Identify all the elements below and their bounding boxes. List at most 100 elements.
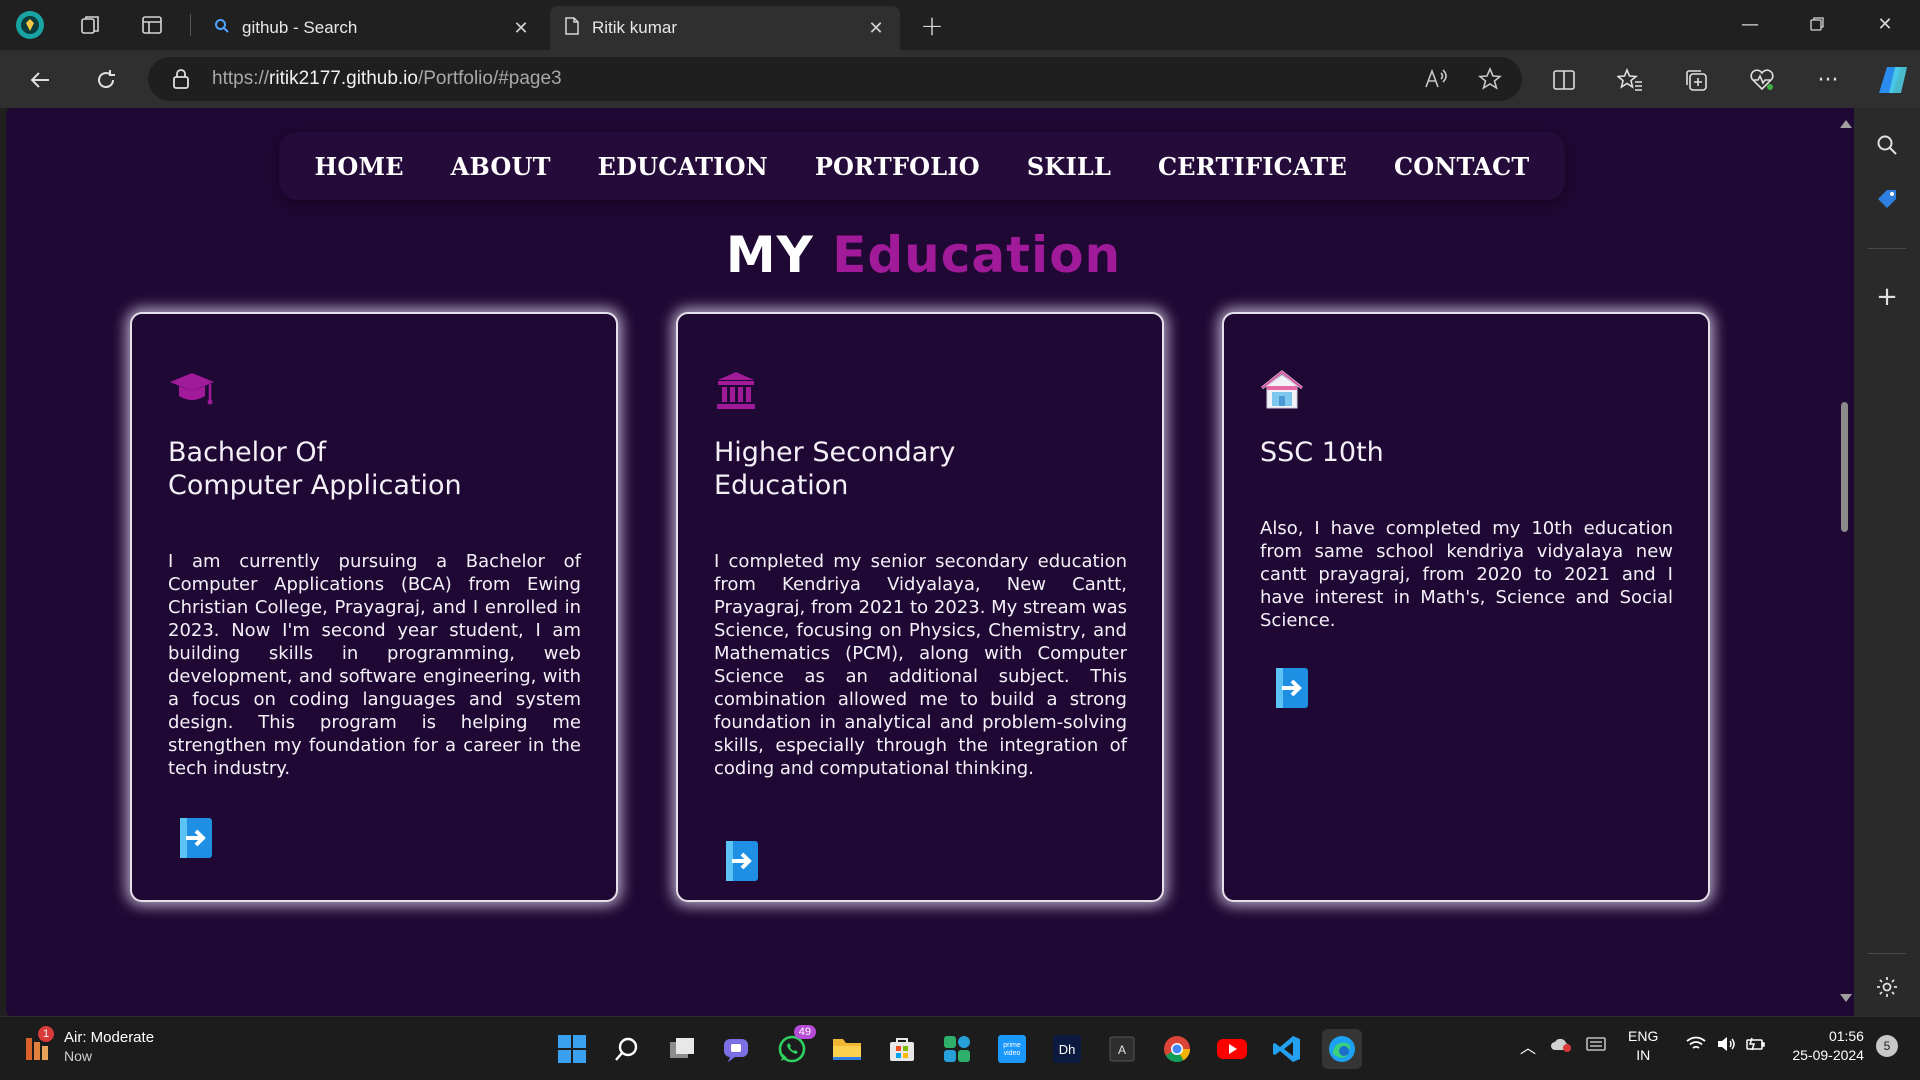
file-explorer-icon[interactable] [827, 1029, 867, 1069]
taskbar-search-icon[interactable] [607, 1029, 647, 1069]
nav-home[interactable]: HOME [314, 152, 403, 181]
tab-divider [190, 14, 191, 36]
scrollbar-thumb[interactable] [1841, 402, 1848, 532]
tray-chevron-up-icon[interactable]: ︿ [1520, 1034, 1536, 1058]
weather-title: Air: Moderate [64, 1029, 155, 1046]
scroll-up-arrow-icon[interactable] [1840, 120, 1852, 128]
scroll-down-arrow-icon[interactable] [1840, 994, 1852, 1002]
url-text: https://ritik2177.github.io/Portfolio/#p… [212, 68, 562, 90]
sidebar-search-icon[interactable] [1870, 128, 1904, 162]
system-tray: ︿ ENG IN 01:56 25-09-2024 5 [1520, 1027, 1898, 1065]
whatsapp-badge: 49 [793, 1025, 816, 1039]
weather-badge: 1 [38, 1025, 54, 1042]
school-icon [1260, 368, 1310, 414]
section-title-education: Education [832, 226, 1122, 284]
card-description: Also, I have completed my 10th education… [1260, 518, 1673, 631]
clock-time: 01:56 [1828, 1028, 1864, 1044]
card-title-line1: Higher Secondary [714, 437, 956, 468]
nav-education[interactable]: EDUCATION [598, 152, 768, 181]
education-card-higher-secondary: Higher Secondary Education I completed m… [676, 312, 1164, 902]
task-view-icon[interactable] [662, 1029, 702, 1069]
vscode-icon[interactable] [1267, 1029, 1307, 1069]
close-tab-icon[interactable]: ✕ [511, 18, 531, 39]
shopping-tag-icon[interactable] [1870, 182, 1904, 216]
nav-contact[interactable]: CONTACT [1394, 152, 1529, 181]
browser-sidebar: + [1854, 108, 1920, 1016]
section-title-my: MY [725, 226, 814, 284]
notification-count-badge[interactable]: 5 [1875, 1035, 1898, 1057]
tab-ritik-kumar[interactable]: Ritik kumar ✕ [550, 6, 900, 50]
refresh-icon[interactable] [89, 63, 123, 97]
back-icon[interactable] [24, 63, 58, 97]
browser-tab-strip: github - Search ✕ Ritik kumar ✕ + — ✕ [0, 0, 1920, 50]
weather-subtitle: Now [64, 1048, 93, 1064]
workspaces-icon[interactable] [74, 9, 106, 41]
air-quality-icon: 1 [24, 1025, 54, 1064]
read-aloud-icon[interactable] [1424, 67, 1448, 95]
card-title-line1: SSC 10th [1260, 437, 1384, 468]
arrow-right-button-icon[interactable] [1274, 668, 1310, 708]
education-card-ssc: SSC 10th Also, I have completed my 10th … [1222, 312, 1710, 902]
prime-video-icon[interactable]: prime video [992, 1029, 1032, 1069]
nav-portfolio[interactable]: PORTFOLIO [815, 152, 980, 181]
svg-text:video: video [1004, 1050, 1021, 1057]
new-tab-icon[interactable]: + [916, 9, 948, 42]
hotstar-icon[interactable]: Dh [1047, 1029, 1087, 1069]
card-title: Bachelor Of Computer Application [168, 436, 588, 502]
tab-actions-icon[interactable] [136, 9, 168, 41]
arrow-right-button-icon[interactable] [724, 841, 760, 881]
restore-icon[interactable] [1792, 8, 1842, 40]
sidebar-add-icon[interactable]: + [1870, 280, 1904, 314]
svg-text:prime: prime [1003, 1042, 1021, 1049]
keyboard-icon[interactable] [1586, 1036, 1606, 1056]
card-title: Higher Secondary Education [714, 436, 1134, 502]
page-scrollbar[interactable] [1836, 108, 1854, 1016]
nav-about[interactable]: ABOUT [451, 152, 551, 181]
favorite-star-icon[interactable] [1477, 66, 1503, 95]
split-screen-icon[interactable] [1546, 62, 1582, 98]
app-a-icon[interactable]: A [1102, 1029, 1142, 1069]
profile-avatar-icon[interactable] [14, 9, 46, 41]
arrow-right-button-icon[interactable] [178, 818, 214, 858]
card-description: I completed my senior secondary educatio… [714, 551, 1127, 779]
wifi-icon[interactable] [1686, 1036, 1706, 1057]
graduation-cap-icon [168, 368, 218, 414]
collections-icon[interactable] [1678, 62, 1714, 98]
sidebar-divider [1868, 953, 1906, 954]
url-path: /Portfolio/#page3 [417, 68, 562, 89]
weather-widget[interactable]: 1 Air: Moderate Now [24, 1025, 155, 1064]
card-title: SSC 10th [1260, 436, 1680, 469]
minimize-icon[interactable]: — [1725, 8, 1775, 40]
more-options-icon[interactable]: ··· [1810, 62, 1846, 98]
tab-title: Ritik kumar [592, 18, 678, 37]
whatsapp-icon[interactable]: 49 [772, 1025, 816, 1069]
microsoft-store-icon[interactable] [882, 1029, 922, 1069]
onedrive-icon[interactable] [1550, 1036, 1572, 1057]
close-tab-icon[interactable]: ✕ [866, 18, 886, 39]
browser-essentials-icon[interactable] [1744, 62, 1780, 98]
copilot-icon[interactable] [1876, 62, 1912, 98]
card-title-line1: Bachelor Of [168, 437, 327, 468]
favorites-icon[interactable] [1612, 62, 1648, 98]
url-host: ritik2177.github.io [269, 68, 418, 89]
nav-skill[interactable]: SKILL [1027, 152, 1111, 181]
close-window-icon[interactable]: ✕ [1860, 8, 1910, 40]
chrome-icon[interactable] [1157, 1029, 1197, 1069]
edge-browser-icon[interactable] [1322, 1029, 1362, 1069]
address-bar[interactable]: https://ritik2177.github.io/Portfolio/#p… [148, 57, 1522, 101]
volume-icon[interactable] [1716, 1036, 1736, 1057]
tab-github-search[interactable]: github - Search ✕ [200, 6, 545, 50]
teams-chat-icon[interactable] [717, 1029, 757, 1069]
language-indicator[interactable]: ENG IN [1628, 1027, 1658, 1065]
youtube-icon[interactable] [1212, 1029, 1252, 1069]
clock[interactable]: 01:56 25-09-2024 [1792, 1027, 1864, 1065]
sidebar-divider [1868, 248, 1906, 249]
windows-start-icon[interactable] [552, 1029, 592, 1069]
battery-icon[interactable] [1746, 1036, 1766, 1057]
tab-title: github - Search [242, 18, 358, 37]
widgets-app-icon[interactable] [937, 1029, 977, 1069]
lock-icon[interactable] [170, 69, 192, 89]
sidebar-settings-icon[interactable] [1870, 970, 1904, 1004]
clock-date: 25-09-2024 [1792, 1047, 1864, 1063]
nav-certificate[interactable]: CERTIFICATE [1158, 152, 1347, 181]
